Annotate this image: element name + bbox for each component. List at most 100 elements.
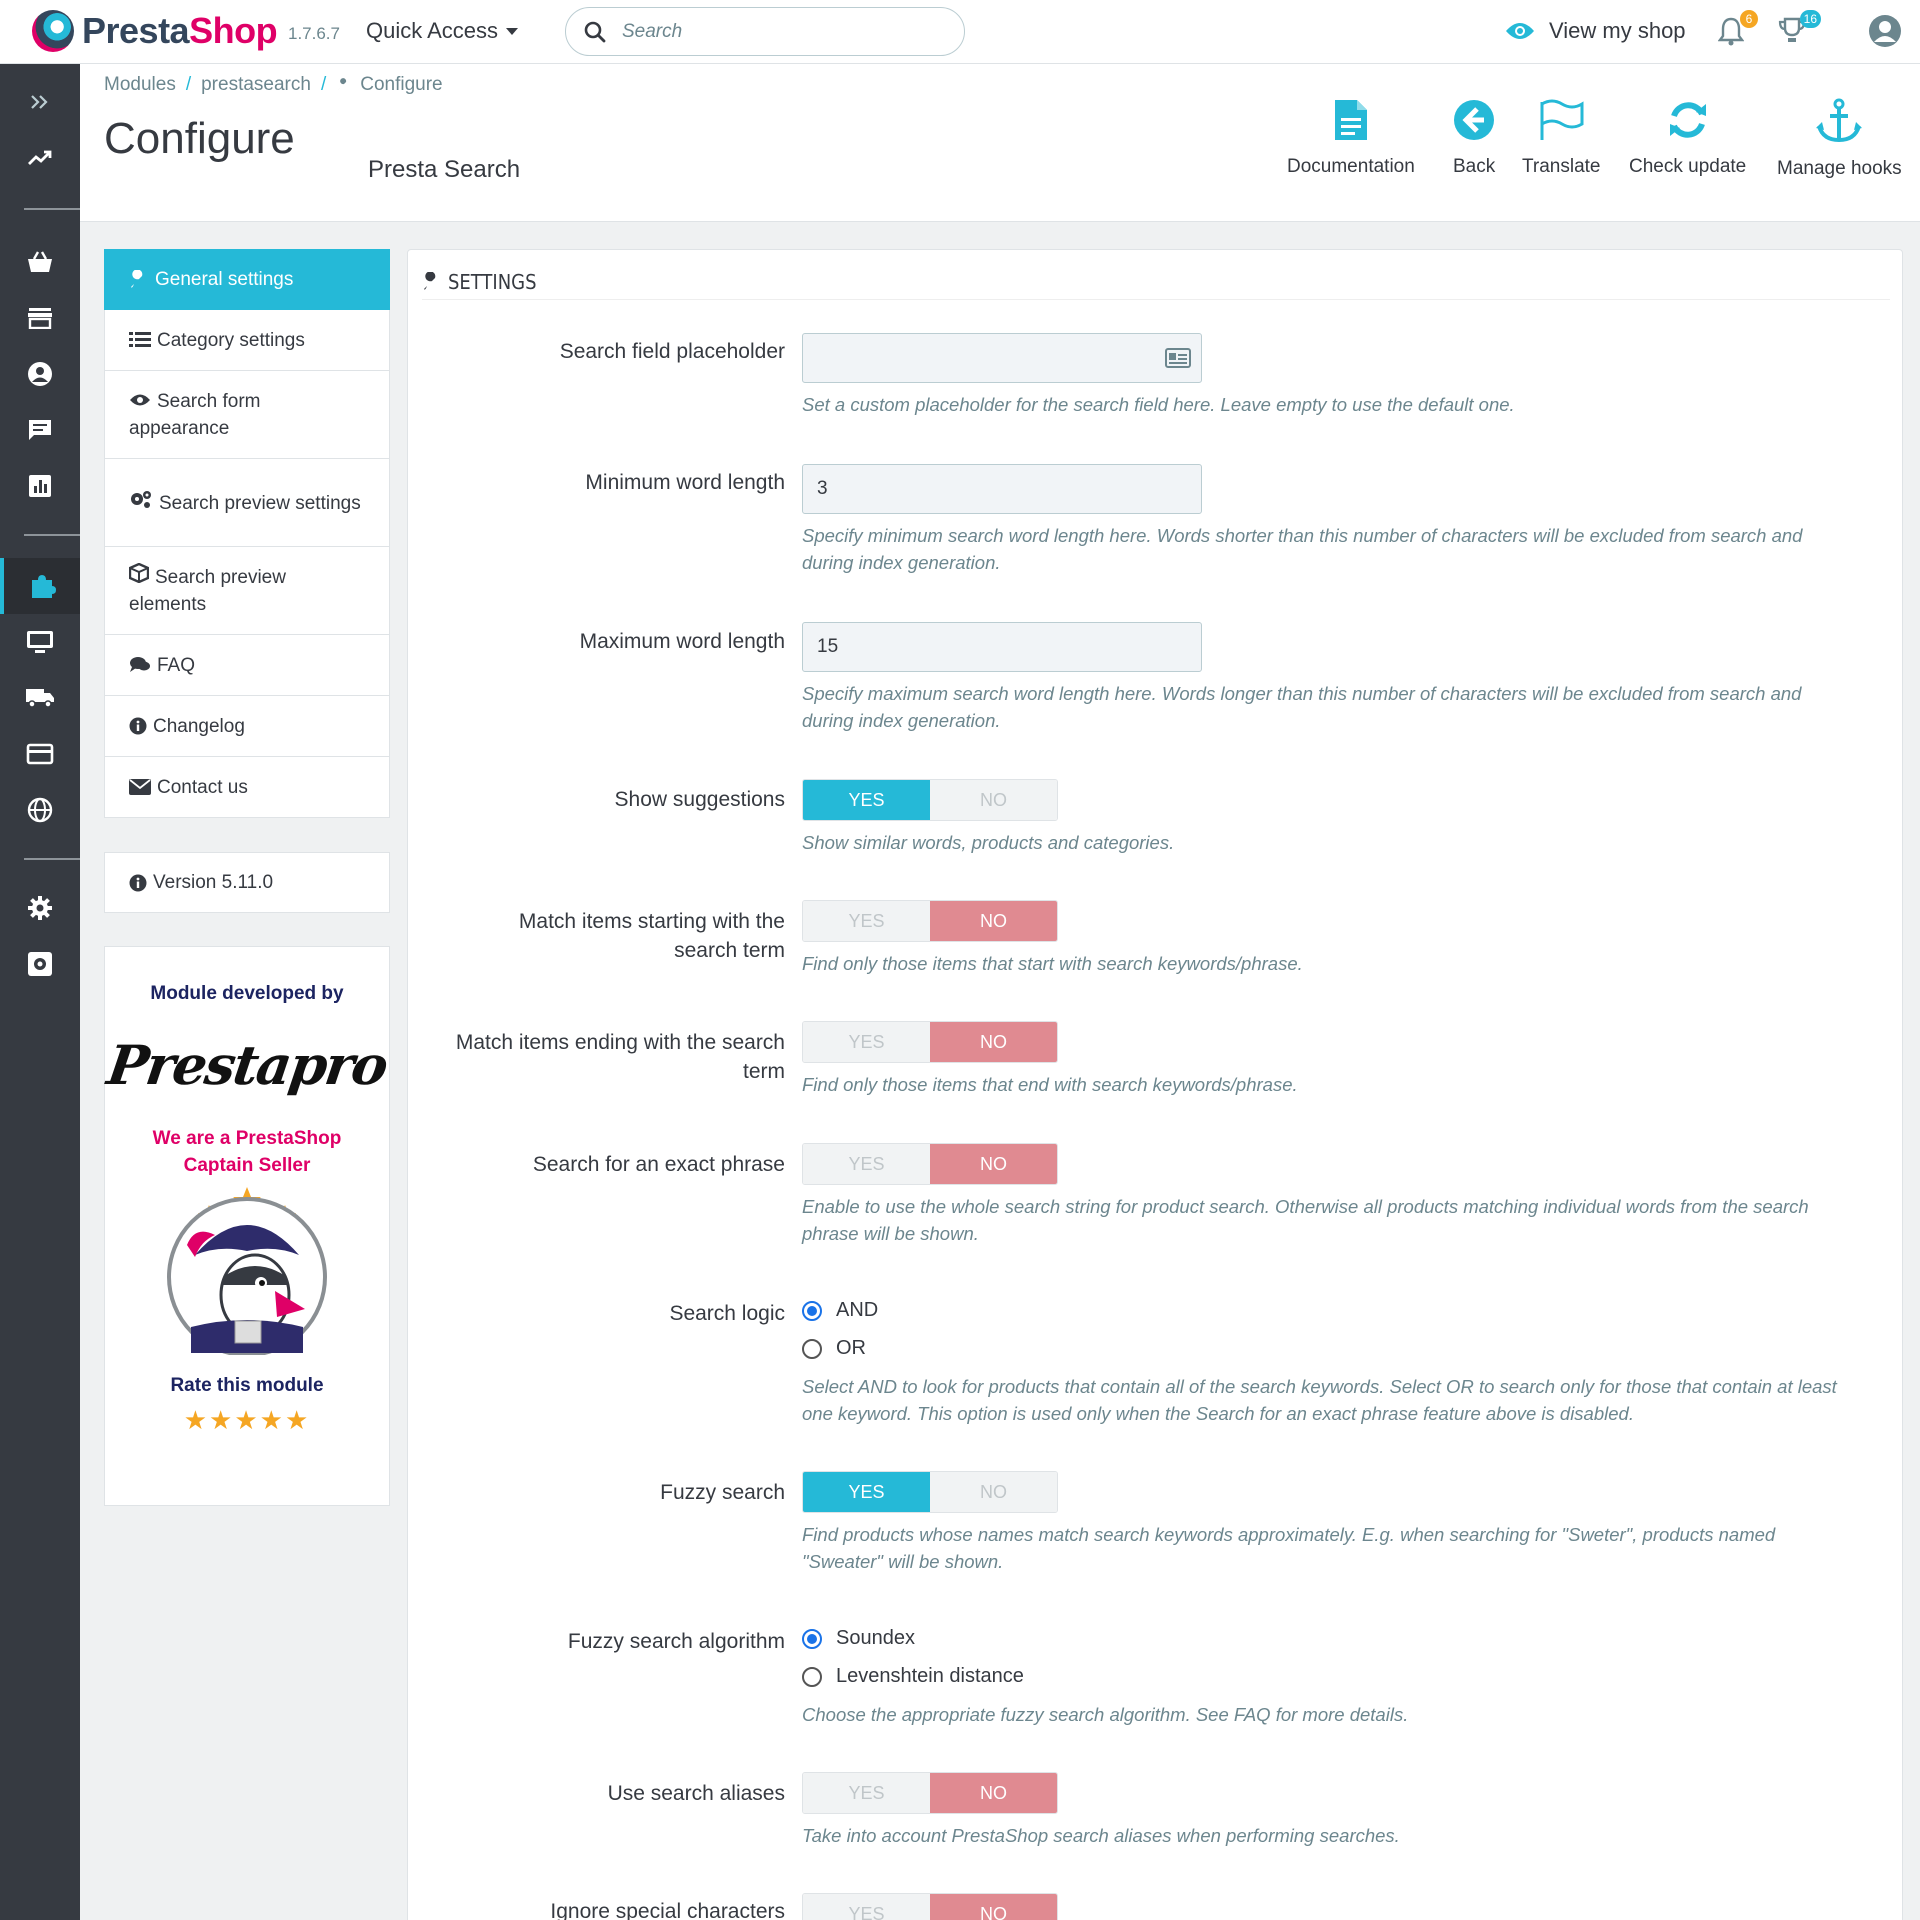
breadcrumb-separator: /: [320, 74, 327, 95]
nav-search-preview-elements[interactable]: Search preview elements: [104, 547, 390, 635]
fuzzy-algorithm-help: Choose the appropriate fuzzy search algo…: [802, 1704, 1409, 1725]
toggle-yes[interactable]: YES: [803, 1144, 930, 1184]
sidebar-item-international[interactable]: [0, 784, 80, 836]
toggle-yes[interactable]: YES: [803, 780, 930, 820]
sidebar-item-catalog[interactable]: [0, 292, 80, 344]
sidebar-item-stats[interactable]: [0, 460, 80, 512]
search-logic-and-option[interactable]: AND: [802, 1299, 878, 1322]
nav-label: Search preview settings: [159, 492, 361, 514]
aliases-toggle[interactable]: YES NO: [802, 1772, 1058, 1814]
sidebar-item-design[interactable]: [0, 616, 80, 668]
account-circle-icon: [28, 362, 52, 386]
nav-contact-us[interactable]: Contact us: [104, 757, 390, 818]
exact-phrase-toggle[interactable]: YES NO: [802, 1143, 1058, 1185]
toggle-yes[interactable]: YES: [803, 901, 930, 941]
placeholder-field[interactable]: [802, 333, 1202, 383]
toggle-no[interactable]: NO: [930, 1773, 1057, 1813]
radio-button[interactable]: [802, 1666, 822, 1687]
sidebar-item-payment[interactable]: [0, 728, 80, 780]
radio-button-checked[interactable]: [802, 1300, 822, 1321]
sidebar-item-orders[interactable]: [0, 236, 80, 288]
sidebar-divider: [24, 208, 80, 210]
sidebar-item-shipping[interactable]: [0, 672, 80, 724]
sidebar-item-advanced-parameters[interactable]: [0, 938, 80, 990]
placeholder-input[interactable]: [802, 333, 1202, 383]
toggle-no[interactable]: NO: [930, 901, 1057, 941]
min-word-field[interactable]: 3: [802, 464, 1202, 514]
search-box[interactable]: [565, 7, 965, 56]
nav-label: Category settings: [157, 329, 305, 351]
collapse-sidebar-button[interactable]: [0, 76, 80, 128]
check-update-button[interactable]: Check update: [1629, 98, 1746, 178]
sidebar-item-shop-parameters[interactable]: [0, 882, 80, 934]
search-logic-or-option[interactable]: OR: [802, 1337, 866, 1360]
language-card-icon: [1165, 348, 1191, 368]
breadcrumb-prestasearch[interactable]: prestasearch: [201, 74, 311, 96]
nav-general-settings[interactable]: General settings: [104, 249, 390, 310]
show-suggestions-toggle[interactable]: YES NO: [802, 779, 1058, 821]
back-button[interactable]: Back: [1453, 98, 1495, 178]
view-my-shop-link[interactable]: View my shop: [1505, 18, 1686, 44]
toggle-no[interactable]: NO: [930, 1022, 1057, 1062]
match-end-label: Match items ending with the search term: [385, 1028, 785, 1086]
customers-notification-button[interactable]: 16: [1777, 10, 1821, 51]
nav-label: General settings: [155, 269, 294, 290]
sidebar-divider: [24, 858, 80, 860]
toggle-yes[interactable]: YES: [803, 1022, 930, 1062]
toggle-no[interactable]: NO: [930, 1144, 1057, 1184]
search-input[interactable]: [622, 20, 922, 43]
prestashop-logo[interactable]: PrestaShop: [32, 10, 278, 52]
min-word-input[interactable]: 3: [802, 464, 1202, 514]
match-end-toggle[interactable]: YES NO: [802, 1021, 1058, 1063]
nav-changelog[interactable]: Changelog: [104, 696, 390, 757]
radio-button[interactable]: [802, 1338, 822, 1359]
match-start-toggle[interactable]: YES NO: [802, 900, 1058, 942]
module-name: Presta Search: [368, 156, 521, 183]
max-word-input[interactable]: 15: [802, 622, 1202, 672]
rating-stars[interactable]: ★★★★★: [105, 1405, 389, 1436]
info-icon: [129, 717, 147, 735]
toggle-yes[interactable]: YES: [803, 1773, 930, 1813]
nav-search-preview-settings[interactable]: Search preview settings: [104, 459, 390, 547]
manage-hooks-button[interactable]: Manage hooks: [1777, 98, 1902, 180]
documentation-button[interactable]: Documentation: [1287, 98, 1415, 178]
toggle-no[interactable]: NO: [930, 1472, 1057, 1512]
toggle-no[interactable]: NO: [930, 1894, 1057, 1920]
search-logic-label: Search logic: [669, 1302, 785, 1325]
orders-notification-button[interactable]: 6: [1717, 10, 1758, 51]
match-end-label-line: term: [743, 1060, 785, 1083]
breadcrumb-configure: Configure: [360, 74, 443, 95]
prestapro-logo[interactable]: Prestapro: [101, 1033, 394, 1097]
match-end-help: Find only those items that end with sear…: [802, 1074, 1298, 1095]
module-settings-nav: General settings Category settings Searc…: [104, 249, 390, 818]
breadcrumb-modules[interactable]: Modules: [104, 74, 176, 96]
rate-module-link[interactable]: Rate this module: [105, 1375, 389, 1397]
nav-search-form-appearance[interactable]: Search form appearance: [104, 371, 390, 459]
radio-button-checked[interactable]: [802, 1628, 822, 1649]
fuzzy-algorithm-levenshtein-option[interactable]: Levenshtein distance: [802, 1665, 1024, 1688]
max-word-field[interactable]: 15: [802, 622, 1202, 672]
page-header: Modules / prestasearch / Configure Confi…: [80, 64, 1920, 222]
sidebar-item-modules[interactable]: [0, 558, 80, 614]
translate-button[interactable]: Translate: [1522, 98, 1601, 178]
toggle-yes[interactable]: YES: [803, 1894, 930, 1920]
fuzzy-algorithm-soundex-option[interactable]: Soundex: [802, 1627, 915, 1650]
nav-faq[interactable]: FAQ: [104, 635, 390, 696]
fuzzy-search-toggle[interactable]: YES NO: [802, 1471, 1058, 1513]
aliases-help: Take into account PrestaShop search alia…: [802, 1825, 1400, 1846]
sidebar-item-customers[interactable]: [0, 348, 80, 400]
max-word-label: Maximum word length: [579, 630, 785, 653]
sidebar-item-messages[interactable]: [0, 404, 80, 456]
basket-icon: [28, 251, 52, 272]
breadcrumb: Modules / prestasearch / Configure: [104, 74, 443, 96]
bar-chart-icon: [29, 475, 51, 497]
ignore-special-toggle[interactable]: YES NO: [802, 1893, 1058, 1920]
sidebar-item-dashboard[interactable]: [0, 132, 80, 184]
quick-access-dropdown[interactable]: Quick Access: [366, 18, 519, 44]
account-button[interactable]: [1868, 14, 1902, 53]
nav-category-settings[interactable]: Category settings: [104, 310, 390, 371]
min-word-label: Minimum word length: [585, 471, 785, 494]
min-word-help-line: during index generation.: [802, 552, 1001, 573]
toggle-no[interactable]: NO: [930, 780, 1057, 820]
toggle-yes[interactable]: YES: [803, 1472, 930, 1512]
